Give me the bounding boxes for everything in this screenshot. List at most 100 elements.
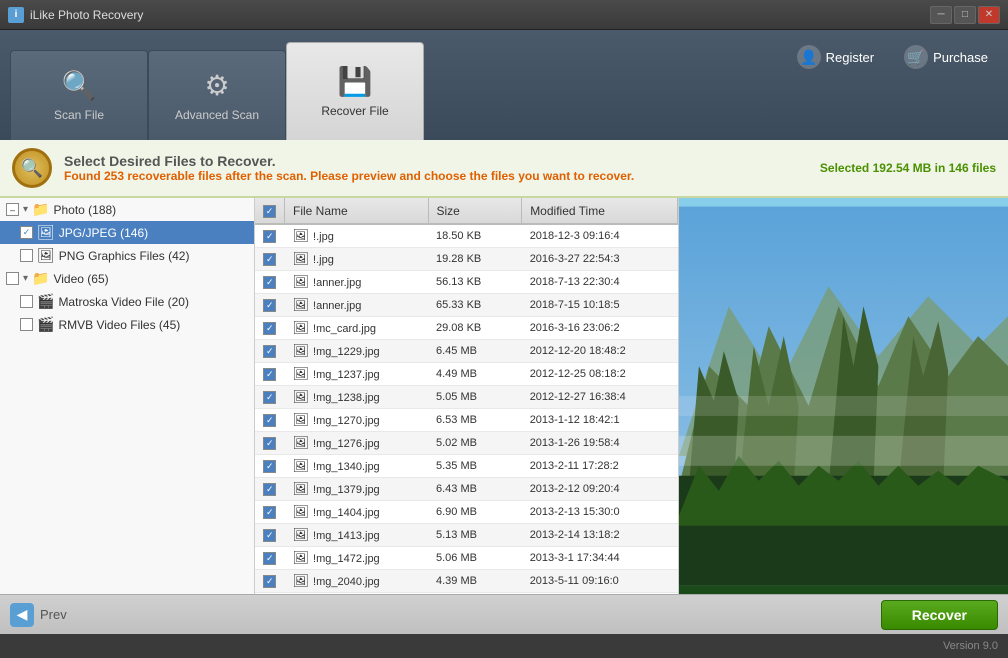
table-row[interactable]: 🖼!anner.jpg 65.33 KB 2018-7-15 10:18:5 [255, 294, 678, 317]
row-checkbox[interactable] [263, 368, 276, 381]
file-content: File Name Size Modified Time 🖼!.jpg 18.5… [255, 198, 1008, 594]
row-checkbox[interactable] [263, 253, 276, 266]
row-checkbox[interactable] [263, 345, 276, 358]
row-checkbox[interactable] [263, 276, 276, 289]
table-row[interactable]: 🖼!mg_1404.jpg 6.90 MB 2013-2-13 15:30:0 [255, 501, 678, 524]
row-file-icon: 🖼 [293, 504, 310, 519]
preview-image [679, 198, 1008, 594]
scan-file-icon: 🔍 [62, 69, 97, 102]
video-checkbox[interactable] [6, 272, 19, 285]
prev-button[interactable]: ◀ Prev [10, 603, 67, 627]
table-row[interactable]: 🖼!mg_1276.jpg 5.02 MB 2013-1-26 19:58:4 [255, 432, 678, 455]
png-checkbox[interactable] [20, 249, 33, 262]
table-row[interactable]: 🖼!mg_1270.jpg 6.53 MB 2013-1-12 18:42:1 [255, 409, 678, 432]
row-filename: 🖼!mc_card.jpg [285, 317, 429, 340]
table-row[interactable]: 🖼!mg_1237.jpg 4.49 MB 2012-12-25 08:18:2 [255, 363, 678, 386]
tree-item-video[interactable]: ▾ 📁 Video (65) [0, 267, 254, 290]
row-modified: 2018-7-13 22:30:4 [522, 271, 678, 294]
row-size: 6.45 MB [428, 340, 522, 363]
row-checkbox[interactable] [263, 552, 276, 565]
row-check-cell[interactable] [255, 409, 285, 432]
tab-advanced-scan[interactable]: ⚙ Advanced Scan [148, 50, 286, 140]
purchase-label: Purchase [933, 50, 988, 65]
table-row[interactable]: 🖼!mg_1340.jpg 5.35 MB 2013-2-11 17:28:2 [255, 455, 678, 478]
close-button[interactable]: ✕ [978, 6, 1000, 24]
purchase-button[interactable]: 🛒 Purchase [894, 40, 998, 74]
file-table-wrapper[interactable]: File Name Size Modified Time 🖼!.jpg 18.5… [255, 198, 678, 594]
tab-recover-file[interactable]: 💾 Recover File [286, 42, 424, 140]
register-button[interactable]: 👤 Register [787, 40, 884, 74]
table-row[interactable]: 🖼!.jpg 19.28 KB 2016-3-27 22:54:3 [255, 248, 678, 271]
row-check-cell[interactable] [255, 570, 285, 593]
purchase-icon: 🛒 [904, 45, 928, 69]
row-check-cell[interactable] [255, 248, 285, 271]
row-filename: 🖼!mg_1404.jpg [285, 501, 429, 524]
select-all-checkbox[interactable] [263, 205, 276, 218]
row-checkbox[interactable] [263, 299, 276, 312]
row-check-cell[interactable] [255, 524, 285, 547]
row-filename: 🖼!mg_1340.jpg [285, 455, 429, 478]
row-check-cell[interactable] [255, 294, 285, 317]
maximize-button[interactable]: □ [954, 6, 976, 24]
tree-item-rmvb[interactable]: 🎬 RMVB Video Files (45) [0, 313, 254, 336]
png-label: PNG Graphics Files (42) [59, 249, 190, 263]
infobar-title: Select Desired Files to Recover. [64, 153, 808, 169]
tree-item-photo[interactable]: – ▾ 📁 Photo (188) [0, 198, 254, 221]
row-checkbox[interactable] [263, 483, 276, 496]
table-row[interactable]: 🖼!mg_1472.jpg 5.06 MB 2013-3-1 17:34:44 [255, 547, 678, 570]
row-checkbox[interactable] [263, 414, 276, 427]
row-file-icon: 🖼 [293, 389, 310, 404]
row-checkbox[interactable] [263, 391, 276, 404]
video-folder-icon: 📁 [32, 270, 49, 287]
row-checkbox[interactable] [263, 437, 276, 450]
tree-item-matroska[interactable]: 🎬 Matroska Video File (20) [0, 290, 254, 313]
table-row[interactable]: 🖼!.jpg 18.50 KB 2018-12-3 09:16:4 [255, 224, 678, 248]
row-check-cell[interactable] [255, 478, 285, 501]
photo-checkbox[interactable]: – [6, 203, 19, 216]
rmvb-checkbox[interactable] [20, 318, 33, 331]
video-arrow: ▾ [23, 273, 28, 284]
row-modified: 2013-1-26 19:58:4 [522, 432, 678, 455]
row-checkbox[interactable] [263, 506, 276, 519]
table-row[interactable]: 🖼!anner.jpg 56.13 KB 2018-7-13 22:30:4 [255, 271, 678, 294]
photo-label: Photo (188) [53, 203, 116, 217]
table-row[interactable]: 🖼!mg_1379.jpg 6.43 MB 2013-2-12 09:20:4 [255, 478, 678, 501]
row-check-cell[interactable] [255, 455, 285, 478]
row-file-icon: 🖼 [293, 228, 310, 243]
row-modified: 2013-5-11 09:16:0 [522, 570, 678, 593]
row-check-cell[interactable] [255, 501, 285, 524]
row-check-cell[interactable] [255, 432, 285, 455]
row-check-cell[interactable] [255, 317, 285, 340]
row-checkbox[interactable] [263, 575, 276, 588]
row-check-cell[interactable] [255, 224, 285, 248]
table-row[interactable]: 🖼!mg_1413.jpg 5.13 MB 2013-2-14 13:18:2 [255, 524, 678, 547]
table-row[interactable]: 🖼!mc_card.jpg 29.08 KB 2016-3-16 23:06:2 [255, 317, 678, 340]
row-checkbox[interactable] [263, 230, 276, 243]
row-check-cell[interactable] [255, 547, 285, 570]
row-check-cell[interactable] [255, 363, 285, 386]
tab-scan-file[interactable]: 🔍 Scan File [10, 50, 148, 140]
tree-item-png[interactable]: 🖼 PNG Graphics Files (42) [0, 244, 254, 267]
tree-item-jpg[interactable]: 🖼 JPG/JPEG (146) [0, 221, 254, 244]
row-checkbox[interactable] [263, 322, 276, 335]
col-check[interactable] [255, 198, 285, 224]
row-check-cell[interactable] [255, 271, 285, 294]
row-size: 6.53 MB [428, 409, 522, 432]
minimize-button[interactable]: ─ [930, 6, 952, 24]
header: 👤 Register 🛒 Purchase 🔍 Scan File ⚙ Adva… [0, 30, 1008, 140]
row-checkbox[interactable] [263, 529, 276, 542]
jpg-checkbox[interactable] [20, 226, 33, 239]
versionbar: Version 9.0 [0, 634, 1008, 658]
row-check-cell[interactable] [255, 340, 285, 363]
table-row[interactable]: 🖼!mg_1238.jpg 5.05 MB 2012-12-27 16:38:4 [255, 386, 678, 409]
matroska-checkbox[interactable] [20, 295, 33, 308]
tab-bar: 🔍 Scan File ⚙ Advanced Scan 💾 Recover Fi… [10, 42, 424, 140]
recover-button[interactable]: Recover [881, 600, 998, 630]
row-filename: 🖼!anner.jpg [285, 294, 429, 317]
table-row[interactable]: 🖼!mg_1229.jpg 6.45 MB 2012-12-20 18:48:2 [255, 340, 678, 363]
row-checkbox[interactable] [263, 460, 276, 473]
row-modified: 2013-2-14 13:18:2 [522, 524, 678, 547]
table-row[interactable]: 🖼!mg_2040.jpg 4.39 MB 2013-5-11 09:16:0 [255, 570, 678, 593]
row-check-cell[interactable] [255, 386, 285, 409]
prev-arrow-icon: ◀ [10, 603, 34, 627]
